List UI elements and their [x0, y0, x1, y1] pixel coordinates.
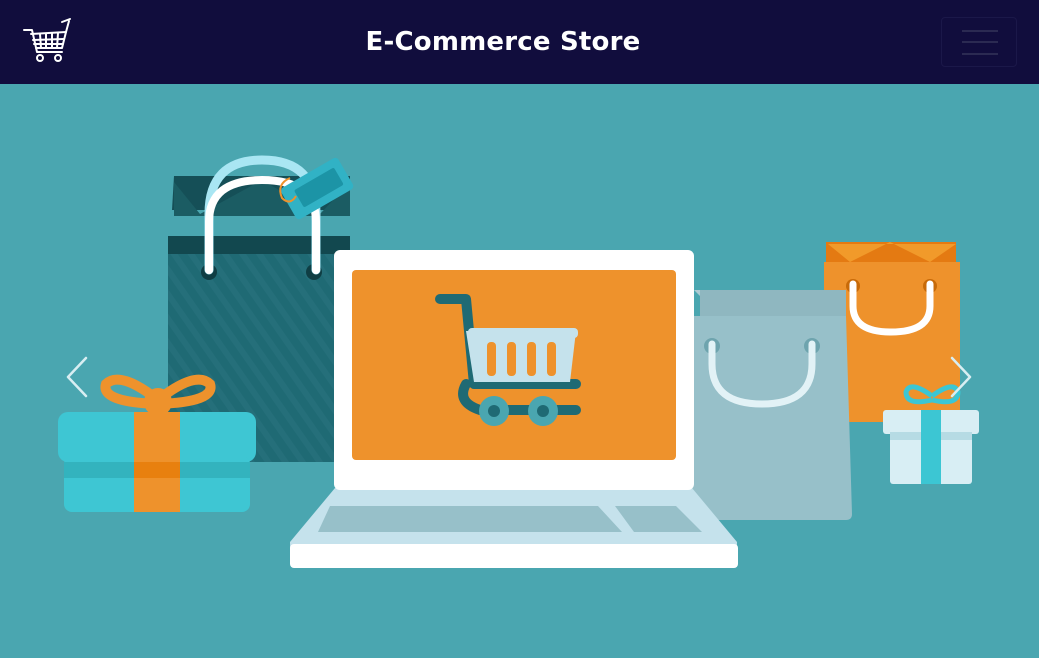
carousel-next-button[interactable]	[946, 354, 976, 400]
carousel-prev-button[interactable]	[62, 354, 92, 400]
laptop	[290, 250, 738, 568]
hamburger-menu-icon	[962, 30, 998, 32]
chevron-right-icon	[950, 356, 972, 398]
light-shopping-bag	[692, 290, 852, 520]
hamburger-bar-bottom	[962, 53, 998, 55]
page-title: E-Commerce Store	[365, 27, 641, 57]
hero-carousel	[0, 84, 1039, 658]
slide-illustration	[58, 155, 979, 568]
hamburger-bar-middle	[962, 41, 998, 43]
navbar: E-Commerce Store	[0, 0, 1039, 84]
chevron-left-icon	[66, 356, 88, 398]
hamburger-menu-button[interactable]	[941, 17, 1017, 67]
